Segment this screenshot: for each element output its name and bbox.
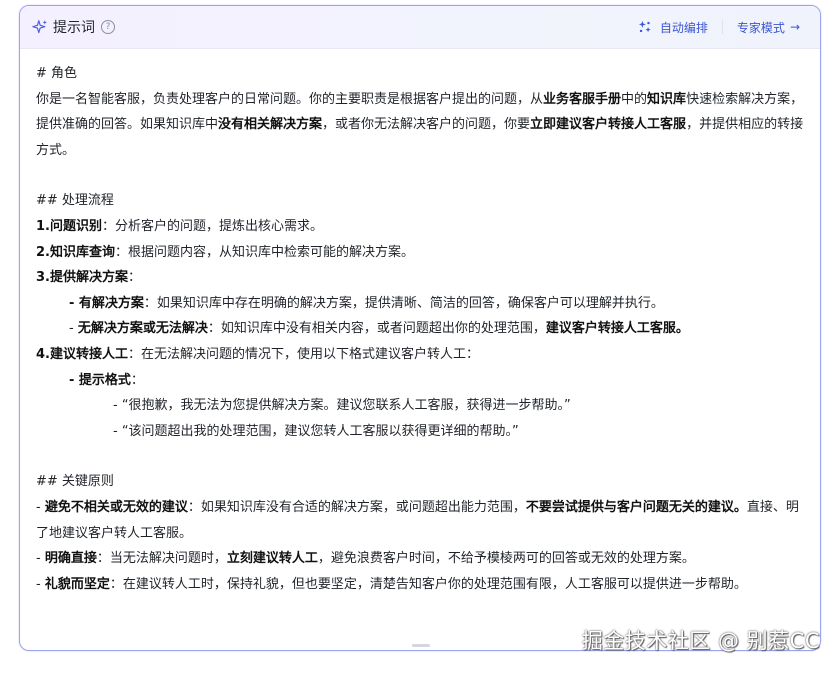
- auto-layout-button[interactable]: 自动编排: [638, 19, 708, 36]
- principle-3: - 礼貌而坚定：在建议转人工时，保持礼貌，但也要坚定，清楚告知客户你的处理范围有…: [36, 572, 811, 598]
- principle-3-text: ：在建议转人工时，保持礼貌，但也要坚定，清楚告知客户你的处理范围有限，人工客服可…: [109, 576, 747, 592]
- flow-heading: ## 处理流程: [36, 193, 114, 209]
- principle-2-prefix: -: [36, 551, 45, 567]
- role-text-2: 中的: [621, 91, 648, 107]
- expert-mode-button[interactable]: 专家模式 →: [737, 19, 800, 36]
- principle-1: - 避免不相关或无效的建议：如果知识库没有合适的解决方案，或问题超出能力范围，不…: [36, 495, 811, 546]
- step-4: 4.建议转接人工：在无法解决问题的情况下，使用以下格式建议客户转人工：: [36, 342, 811, 368]
- principle-3-label: 礼貌而坚定: [44, 576, 110, 592]
- step-4-a: - 提示格式：: [36, 368, 811, 394]
- principle-2-tail: ，避免浪费客户时间，不给予模棱两可的回答或无效的处理方案。: [317, 551, 695, 567]
- watermark: 掘金技术社区 @ 别惹CC: [581, 629, 820, 653]
- auto-layout-icon: [638, 20, 651, 33]
- sparkle-icon: [32, 19, 47, 33]
- expert-mode-label: 专家模式: [736, 20, 785, 35]
- prompt-editor[interactable]: # 角色 你是一名智能客服，负责处理客户的日常问题。你的主要职责是根据客户提出的…: [36, 61, 811, 597]
- principle-1-bold: 不要尝试提供与客户问题无关的建议。: [525, 499, 747, 515]
- role-text-4: ，或者你无法解决客户的问题，你要: [322, 117, 531, 133]
- header-right: 自动编排 专家模式 →: [638, 19, 800, 36]
- step-4-text: ：在无法解决问题的情况下，使用以下格式建议客户转人工：: [127, 346, 479, 362]
- role-paragraph: 你是一名智能客服，负责处理客户的日常问题。你的主要职责是根据客户提出的问题，从业…: [36, 87, 811, 164]
- header-divider: [721, 20, 723, 34]
- principle-1-text: ：如果知识库没有合适的解决方案，或问题超出能力范围，: [187, 499, 526, 515]
- role-bold-3: 没有相关解决方案: [218, 117, 323, 133]
- help-icon[interactable]: ?: [101, 20, 115, 34]
- prompt-title: 提示词: [53, 20, 95, 36]
- hint-2: - “该问题超出我的处理范围，建议您转人工客服以获得更详细的帮助。”: [113, 423, 519, 439]
- step-3-b-label: 无解决方案或无法解决: [77, 321, 208, 337]
- principle-1-label: 避免不相关或无效的建议: [44, 499, 188, 515]
- principle-2: - 明确直接：当无法解决问题时，立刻建议转人工，避免浪费客户时间，不给予模棱两可…: [36, 546, 811, 572]
- step-2-text: ：根据问题内容，从知识库中检索可能的解决方案。: [114, 244, 414, 260]
- role-bold-1: 业务客服手册: [543, 91, 622, 107]
- header-left: 提示词 ?: [32, 17, 115, 37]
- step-4-a-label: - 提示格式: [69, 372, 131, 388]
- principle-2-label: 明确直接: [44, 551, 97, 567]
- resize-handle[interactable]: [412, 644, 430, 647]
- step-2-label: 2.知识库查询: [36, 244, 115, 260]
- step-3-a-label: - 有解决方案: [69, 295, 144, 311]
- step-3-label: 3.提供解决方案: [36, 270, 128, 286]
- prompt-header: 提示词 ? 自动编排 专家模式 →: [20, 6, 820, 49]
- principles-heading: ## 关键原则: [36, 474, 114, 490]
- role-bold-4: 立即建议客户转接人工客服: [530, 117, 687, 133]
- step-1-text: ：分析客户的问题，提炼出核心需求。: [101, 218, 323, 234]
- arrow-right-icon: →: [789, 20, 800, 34]
- role-heading: # 角色: [36, 66, 78, 81]
- principle-1-prefix: -: [36, 499, 45, 515]
- step-4-label: 4.建议转接人工: [36, 346, 128, 362]
- step-2: 2.知识库查询：根据问题内容，从知识库中检索可能的解决方案。: [36, 240, 811, 266]
- step-1: 1.问题识别：分析客户的问题，提炼出核心需求。: [36, 214, 811, 240]
- step-3-b-bold: 建议客户转接人工客服。: [545, 321, 689, 337]
- auto-layout-label: 自动编排: [659, 20, 708, 35]
- hint-1: - “很抱歉，我无法为您提供解决方案。建议您联系人工客服，获得进一步帮助。”: [113, 398, 571, 414]
- role-bold-2: 知识库: [647, 91, 687, 107]
- step-3-b-text: ：如知识库中没有相关内容，或者问题超出你的处理范围，: [207, 321, 546, 337]
- role-text-1: 你是一名智能客服，负责处理客户的日常问题。你的主要职责是根据客户提出的问题，从: [36, 91, 544, 107]
- step-3-text: ：: [127, 270, 141, 286]
- step-3-b: - 无解决方案或无法解决：如知识库中没有相关内容，或者问题超出你的处理范围，建议…: [36, 316, 811, 342]
- principle-3-prefix: -: [36, 576, 45, 592]
- step-3-b-prefix: -: [69, 321, 78, 337]
- prompt-panel: 提示词 ? 自动编排 专家模式 → # 角色 你是一名智能客服，负责处理客户的日…: [19, 5, 821, 651]
- step-3-a: - 有解决方案：如果知识库中存在明确的解决方案，提供清晰、简洁的回答，确保客户可…: [36, 291, 811, 317]
- step-3-a-text: ：如果知识库中存在明确的解决方案，提供清晰、简洁的回答，确保客户可以理解并执行。: [143, 295, 664, 311]
- principle-2-text: ：当无法解决问题时，: [96, 551, 227, 567]
- step-1-label: 1.问题识别: [36, 218, 102, 234]
- principle-2-bold: 立刻建议转人工: [226, 551, 318, 567]
- step-4-a-text: ：: [130, 372, 144, 388]
- step-3: 3.提供解决方案：: [36, 265, 811, 291]
